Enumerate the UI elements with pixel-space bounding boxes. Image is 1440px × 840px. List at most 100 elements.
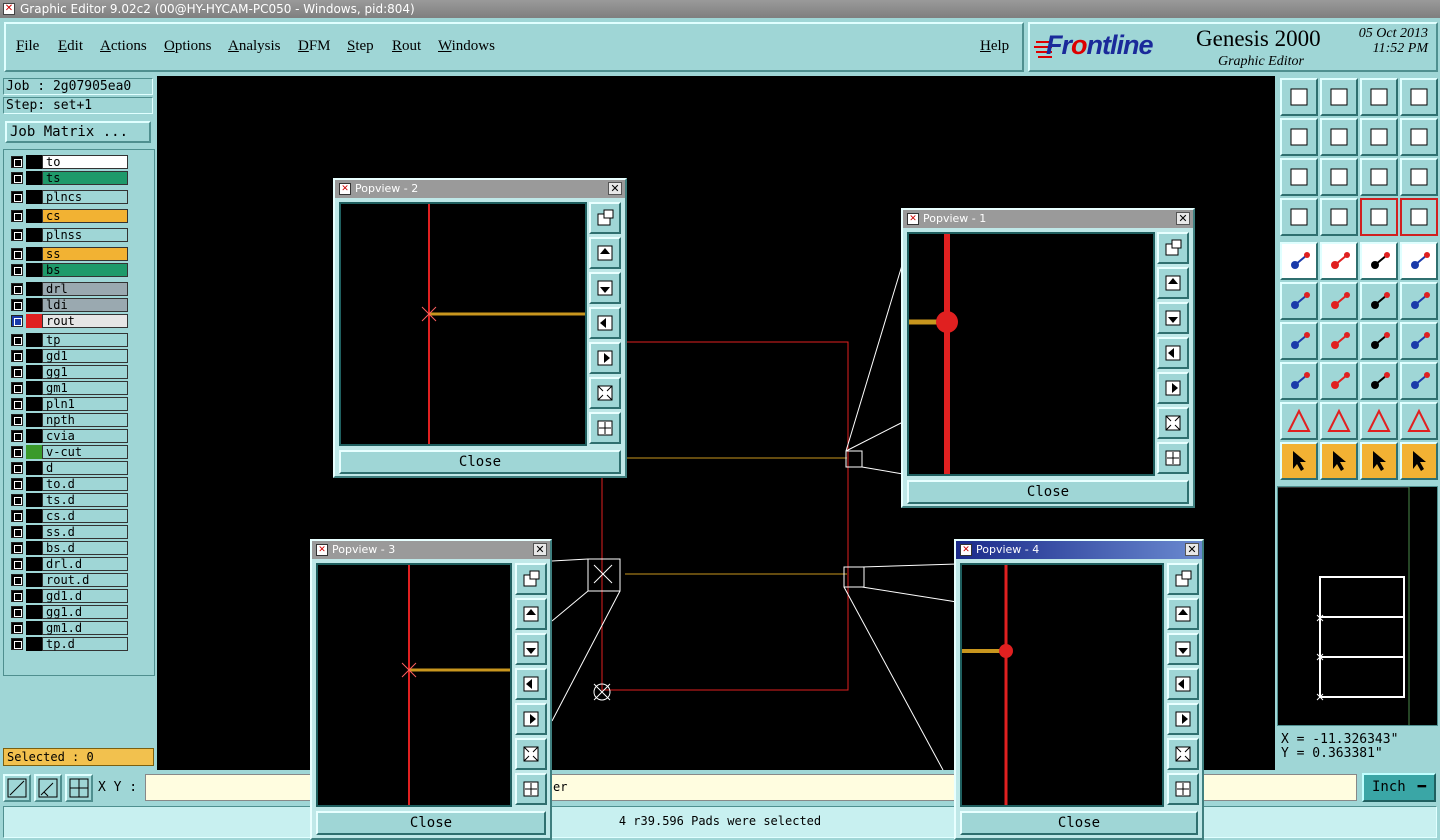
zoom-window-button[interactable] xyxy=(1157,232,1189,264)
layer-checkbox[interactable] xyxy=(11,574,23,586)
popview-3-view[interactable] xyxy=(316,563,512,807)
layer-name[interactable]: pln1 xyxy=(42,397,128,411)
layer-row-npth[interactable]: npth xyxy=(8,413,128,427)
close-icon[interactable]: ✕ xyxy=(1176,212,1190,225)
job-matrix-button[interactable]: Job Matrix ... xyxy=(5,121,151,143)
pan-right-button[interactable] xyxy=(515,703,547,735)
layer-name[interactable]: drl xyxy=(42,282,128,296)
layer-row-ts[interactable]: ts xyxy=(8,171,128,185)
layer-name[interactable]: plnss xyxy=(42,228,128,242)
move-tool-button[interactable] xyxy=(1320,362,1358,400)
layer-checkbox[interactable] xyxy=(11,622,23,634)
measure-tool-button[interactable] xyxy=(1360,362,1398,400)
layer-affected-swatch[interactable] xyxy=(26,413,42,427)
popview-2-window[interactable]: ✕Popview - 2✕ Close xyxy=(333,178,627,478)
layer-affected-swatch[interactable] xyxy=(26,621,42,635)
layer-checkbox[interactable] xyxy=(11,229,23,241)
layer-row-cvia[interactable]: cvia xyxy=(8,429,128,443)
line-draw-tool-button[interactable] xyxy=(1320,322,1358,360)
menu-edit[interactable]: Edit xyxy=(58,38,83,55)
layer-checkbox[interactable] xyxy=(11,446,23,458)
pan-right-button[interactable] xyxy=(589,342,621,374)
layer-affected-swatch[interactable] xyxy=(26,381,42,395)
layer-affected-swatch[interactable] xyxy=(26,429,42,443)
layer-row-d[interactable]: d xyxy=(8,461,128,475)
zoom-in-button[interactable] xyxy=(1157,407,1189,439)
snap-triangle-tool-button[interactable] xyxy=(1320,402,1358,440)
layer-name[interactable]: tp xyxy=(42,333,128,347)
net-highlight-tool-button[interactable] xyxy=(1400,198,1438,236)
route-pointer-tool-button[interactable] xyxy=(1400,442,1438,480)
menu-step[interactable]: Step xyxy=(347,38,374,55)
layer-row-cs[interactable]: cs xyxy=(8,209,128,223)
layer-row-rout[interactable]: rout xyxy=(8,314,128,328)
layer-row-drl[interactable]: drl xyxy=(8,282,128,296)
pointer-select-tool-button[interactable] xyxy=(1360,442,1398,480)
tools-tool-button[interactable] xyxy=(1280,198,1318,236)
pan-down-button[interactable] xyxy=(515,633,547,665)
zoom-in-button[interactable] xyxy=(515,738,547,770)
layer-row-cs.d[interactable]: cs.d xyxy=(8,509,128,523)
layer-checkbox[interactable] xyxy=(11,558,23,570)
layer-row-plncs[interactable]: plncs xyxy=(8,190,128,204)
copy-tool-button[interactable] xyxy=(1280,362,1318,400)
select-line-tool-button[interactable] xyxy=(1320,242,1358,280)
layer-name[interactable]: bs.d xyxy=(42,541,128,555)
layer-name[interactable]: ts xyxy=(42,171,128,185)
layer-checkbox[interactable] xyxy=(11,542,23,554)
layer-row-tp.d[interactable]: tp.d xyxy=(8,637,128,651)
layer-name[interactable]: drl.d xyxy=(42,557,128,571)
layer-name[interactable]: ss xyxy=(42,247,128,261)
popview-4-window[interactable]: ✕Popview - 4✕ Close xyxy=(954,539,1204,840)
pan-up-button[interactable] xyxy=(589,237,621,269)
layer-affected-swatch[interactable] xyxy=(26,557,42,571)
mirror-tool-button[interactable] xyxy=(1400,402,1438,440)
pan-down-button[interactable] xyxy=(1167,633,1199,665)
layer-name[interactable]: d xyxy=(42,461,128,475)
menu-actions[interactable]: Actions xyxy=(100,38,147,55)
layer-name[interactable]: cvia xyxy=(42,429,128,443)
zoom-home-tool-button[interactable] xyxy=(1280,78,1318,116)
layer-checkbox[interactable] xyxy=(11,510,23,522)
layer-affected-swatch[interactable] xyxy=(26,477,42,491)
overview-map[interactable] xyxy=(1277,486,1438,726)
menu-rout[interactable]: Rout xyxy=(392,38,421,55)
round-pad-tool-button[interactable] xyxy=(1400,242,1438,280)
layer-name[interactable]: gg1 xyxy=(42,365,128,379)
layer-checkbox[interactable] xyxy=(11,350,23,362)
center-tool-button[interactable] xyxy=(1320,158,1358,196)
layer-checkbox[interactable] xyxy=(11,430,23,442)
layer-row-ldi[interactable]: ldi xyxy=(8,298,128,312)
layer-row-gm1.d[interactable]: gm1.d xyxy=(8,621,128,635)
triangle-tool-button[interactable] xyxy=(1280,402,1318,440)
popview-4-close-button[interactable]: Close xyxy=(960,811,1198,835)
layer-checkbox[interactable] xyxy=(11,210,23,222)
layer-checkbox[interactable] xyxy=(11,526,23,538)
layer-affected-swatch[interactable] xyxy=(26,637,42,651)
layer-row-to[interactable]: to xyxy=(8,155,128,169)
layer-affected-swatch[interactable] xyxy=(26,298,42,312)
pan-down-button[interactable] xyxy=(589,272,621,304)
layer-affected-swatch[interactable] xyxy=(26,282,42,296)
layer-row-gd1.d[interactable]: gd1.d xyxy=(8,589,128,603)
connect-tool-button[interactable] xyxy=(1280,282,1318,320)
layer-name[interactable]: rout.d xyxy=(42,573,128,587)
popview-3-window[interactable]: ✕Popview - 3✕ Close xyxy=(310,539,552,840)
step-repeat-tool-button[interactable] xyxy=(1360,118,1398,156)
pan-right-button[interactable] xyxy=(1157,372,1189,404)
zoom-out-button[interactable] xyxy=(589,412,621,444)
popview-1-titlebar[interactable]: ✕Popview - 1✕ xyxy=(903,210,1193,228)
layer-checkbox[interactable] xyxy=(11,638,23,650)
layer-checkbox[interactable] xyxy=(11,334,23,346)
help-tool-button[interactable] xyxy=(1400,158,1438,196)
layer-affected-swatch[interactable] xyxy=(26,171,42,185)
angle-tool-button[interactable] xyxy=(1280,322,1318,360)
pan-left-button[interactable] xyxy=(1157,337,1189,369)
menu-dfm[interactable]: DFM xyxy=(298,38,331,55)
zoom-in-button[interactable] xyxy=(1167,738,1199,770)
cross-tool-button[interactable] xyxy=(1320,282,1358,320)
zoom-in-button[interactable] xyxy=(589,377,621,409)
pan-up-button[interactable] xyxy=(1157,267,1189,299)
layer-name[interactable]: to xyxy=(42,155,128,169)
layer-name[interactable]: gd1.d xyxy=(42,589,128,603)
